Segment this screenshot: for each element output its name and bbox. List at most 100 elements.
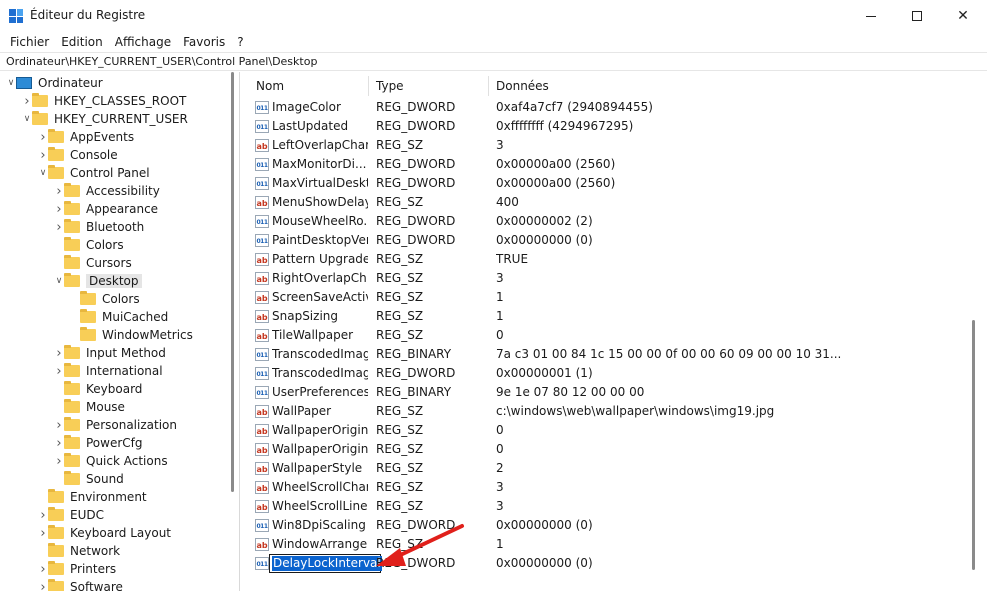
string-value-icon: ab [255, 462, 269, 475]
value-name: RightOverlapCh... [272, 271, 368, 285]
value-row[interactable]: abScreenSaveActive REG_SZ 1 [248, 288, 978, 307]
value-row[interactable]: 011MaxVirtualDeskt... REG_DWORD 0x00000a00… [248, 174, 978, 193]
tree-item[interactable]: Colors [70, 290, 140, 308]
tree-item[interactable]: › EUDC [38, 506, 104, 524]
tree-item[interactable]: › Personalization [54, 416, 177, 434]
chevron-down-icon[interactable]: ∨ [6, 74, 16, 92]
value-row[interactable]: ab TileWallpaper REG_SZ 0 [248, 326, 978, 345]
tree-item[interactable]: ∨ Desktop [54, 272, 142, 290]
chevron-down-icon[interactable]: ∨ [38, 164, 48, 182]
tree-item[interactable]: WindowMetrics [70, 326, 193, 344]
tree-item[interactable]: Colors [54, 236, 124, 254]
value-row[interactable]: 011TranscodedImag... REG_DWORD 0x00000001 … [248, 364, 978, 383]
tree-item[interactable]: › Keyboard Layout [38, 524, 171, 542]
chevron-right-icon[interactable]: › [54, 434, 64, 452]
chevron-right-icon[interactable]: › [38, 578, 48, 591]
value-row[interactable]: ab WallpaperStyle REG_SZ 2 [248, 459, 978, 478]
value-row[interactable]: ab LeftOverlapChars REG_SZ 3 [248, 136, 978, 155]
tree-item[interactable]: › HKEY_CLASSES_ROOT [22, 92, 186, 110]
chevron-right-icon[interactable]: › [38, 146, 48, 164]
tree-item-label: MuiCached [102, 310, 169, 324]
menu-affichage[interactable]: Affichage [109, 33, 177, 51]
value-row[interactable]: 011 Win8DpiScaling REG_DWORD 0x00000000 (0) [248, 516, 978, 535]
chevron-right-icon[interactable]: › [54, 218, 64, 236]
tree-item[interactable]: › Console [38, 146, 118, 164]
value-row[interactable]: ab WallPaper REG_SZ c:\windows\web\wallpape… [248, 402, 978, 421]
tree-item[interactable]: › PowerCfg [54, 434, 143, 452]
tree-item[interactable]: Keyboard [54, 380, 142, 398]
value-row[interactable]: ab WallpaperOriginY REG_SZ 0 [248, 440, 978, 459]
tree-item-label: Colors [86, 238, 124, 252]
tree-item[interactable]: › Input Method [54, 344, 166, 362]
value-name: Pattern Upgrade [272, 252, 368, 266]
tree-item[interactable]: Network [38, 542, 120, 560]
value-row[interactable]: 011 MouseWheelRo... REG_DWORD 0x00000002 (2… [248, 212, 978, 231]
tree-item[interactable]: ∨ Control Panel [38, 164, 150, 182]
value-row[interactable]: 011PaintDesktopVer... REG_DWORD 0x00000000… [248, 231, 978, 250]
menu-favoris[interactable]: Favoris [177, 33, 231, 51]
value-row[interactable]: ab RightOverlapCh... REG_SZ 3 [248, 269, 978, 288]
chevron-right-icon[interactable]: › [54, 362, 64, 380]
value-row[interactable]: 011 LastUpdated REG_DWORD 0xffffffff (42949… [248, 117, 978, 136]
chevron-right-icon[interactable]: › [38, 524, 48, 542]
tree-item[interactable]: ∨ HKEY_CURRENT_USER [22, 110, 188, 128]
value-data: 0xaf4a7cf7 (2940894455) [496, 100, 653, 114]
minimize-button[interactable] [848, 0, 894, 32]
menu-fichier[interactable]: Fichier [4, 33, 55, 51]
value-row[interactable]: ab WallpaperOriginX REG_SZ 0 [248, 421, 978, 440]
tree-item[interactable]: Sound [54, 470, 124, 488]
tree-item[interactable]: › Accessibility [54, 182, 160, 200]
tree-scrollbar[interactable] [231, 72, 234, 492]
chevron-down-icon[interactable]: ∨ [54, 272, 64, 290]
chevron-right-icon[interactable]: › [22, 92, 32, 110]
tree-item[interactable]: › Bluetooth [54, 218, 144, 236]
column-header-name[interactable]: Nom [248, 76, 368, 96]
close-icon: ✕ [957, 8, 969, 24]
tree-item[interactable]: Environment [38, 488, 147, 506]
tree-item[interactable]: › International [54, 362, 163, 380]
column-header-type[interactable]: Type [368, 76, 488, 96]
value-row[interactable]: ab WheelScrollChars REG_SZ 3 [248, 478, 978, 497]
chevron-right-icon[interactable]: › [38, 128, 48, 146]
value-row[interactable]: ab SnapSizing REG_SZ 1 [248, 307, 978, 326]
address-bar[interactable]: Ordinateur\HKEY_CURRENT_USER\Control Pan… [0, 52, 987, 71]
tree-item[interactable]: › AppEvents [38, 128, 134, 146]
tree-item[interactable]: › Quick Actions [54, 452, 168, 470]
chevron-right-icon[interactable]: › [54, 452, 64, 470]
tree-item[interactable]: › Appearance [54, 200, 158, 218]
tree-item[interactable]: › Printers [38, 560, 116, 578]
chevron-right-icon[interactable]: › [38, 560, 48, 578]
value-type: REG_SZ [376, 252, 424, 266]
value-name: UserPreferences... [272, 385, 368, 399]
column-header-data[interactable]: Données [488, 76, 788, 96]
tree-item[interactable]: Cursors [54, 254, 132, 272]
chevron-right-icon[interactable]: › [38, 506, 48, 524]
menu-help[interactable]: ? [231, 33, 249, 51]
value-row[interactable]: 011 MaxMonitorDi... REG_DWORD 0x00000a00 (2… [248, 155, 978, 174]
chevron-right-icon[interactable]: › [54, 182, 64, 200]
tree-item-label: Appearance [86, 202, 159, 216]
value-row[interactable]: 011 ImageColor REG_DWORD 0xaf4a7cf7 (294089… [248, 98, 978, 117]
value-row[interactable]: 011UserPreferences... REG_BINARY 9e 1e 07 … [248, 383, 978, 402]
list-scrollbar[interactable] [972, 320, 975, 570]
value-row[interactable]: ab WindowArrange... REG_SZ 1 [248, 535, 978, 554]
string-value-icon: ab [255, 538, 269, 551]
chevron-right-icon[interactable]: › [54, 200, 64, 218]
value-row[interactable]: 011 DelayLockInterval REG_DWORD 0x00000000 … [248, 554, 978, 573]
rename-input[interactable]: DelayLockInterval [269, 554, 382, 573]
tree-item[interactable]: ∨ Ordinateur [6, 74, 103, 92]
menu-edition[interactable]: Edition [55, 33, 109, 51]
value-row[interactable]: ab MenuShowDelay REG_SZ 400 [248, 193, 978, 212]
maximize-icon [912, 11, 922, 21]
chevron-down-icon[interactable]: ∨ [22, 110, 32, 128]
chevron-right-icon[interactable]: › [54, 416, 64, 434]
chevron-right-icon[interactable]: › [54, 344, 64, 362]
value-row[interactable]: ab WheelScrollLines REG_SZ 3 [248, 497, 978, 516]
close-button[interactable]: ✕ [940, 0, 986, 32]
tree-item[interactable]: › Software [38, 578, 123, 591]
tree-item[interactable]: MuiCached [70, 308, 168, 326]
tree-item[interactable]: Mouse [54, 398, 125, 416]
value-row[interactable]: 011TranscodedImag... REG_BINARY 7a c3 01 0… [248, 345, 978, 364]
value-row[interactable]: ab Pattern Upgrade REG_SZ TRUE [248, 250, 978, 269]
maximize-button[interactable] [894, 0, 940, 32]
